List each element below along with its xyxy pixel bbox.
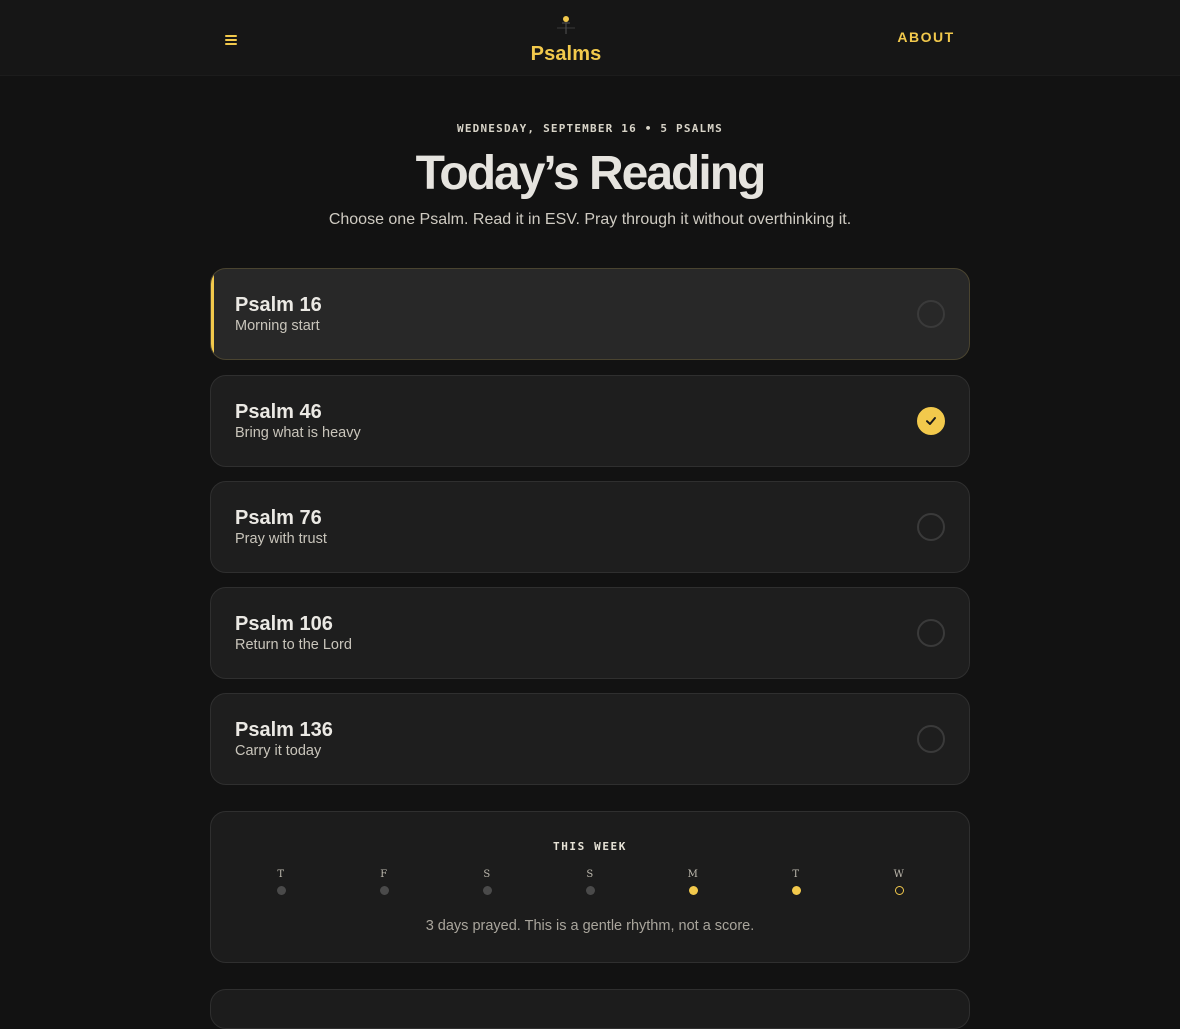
psalm-note: Return to the Lord [235,637,352,653]
weekly-tracker: THIS WEEK T F S S M T W 3 days prayed. T… [210,811,970,963]
day-letter: T [792,869,800,880]
cross-sunrise-icon [557,16,575,34]
weekly-tracker-title: THIS WEEK [552,840,627,853]
psalm-card-136[interactable]: Psalm 136 Carry it today [210,693,970,785]
day-tracker: M [673,869,713,895]
top-bar: Psalms ABOUT [0,0,1180,76]
psalm-note: Carry it today [235,743,322,759]
psalm-note: Pray with trust [235,531,327,547]
psalm-name: Psalm 106 [235,613,333,635]
day-tracker: S [467,869,507,895]
day-letter: W [893,869,905,880]
day-status-dot [688,886,698,895]
day-status-dot [585,886,595,895]
day-status-dot [894,886,904,895]
day-letter: S [483,869,491,880]
day-status-dot [482,886,492,895]
date-line: WEDNESDAY, SEPTEMBER 16 • 5 PSALMS [457,122,723,135]
hamburger-menu-icon[interactable] [222,31,240,49]
day-letter: F [380,869,388,880]
brand-logo[interactable]: Psalms [480,12,652,66]
day-status-dot [791,886,801,895]
day-letter: S [586,869,594,880]
day-letter: T [277,869,285,880]
complete-checkbox[interactable] [917,513,945,541]
psalm-name: Psalm 136 [235,719,333,741]
psalm-card-106[interactable]: Psalm 106 Return to the Lord [210,587,970,679]
complete-checkbox[interactable] [917,619,945,647]
psalm-name: Psalm 76 [235,507,322,529]
selected-accent-bar [211,269,214,359]
day-tracker: T [261,869,301,895]
brand-title: Psalms [530,43,602,65]
psalm-name: Psalm 16 [235,294,322,316]
psalm-card-46[interactable]: Psalm 46 Bring what is heavy [210,375,970,467]
weekly-tracker-note: 3 days prayed. This is a gentle rhythm, … [425,918,755,934]
psalm-card-76[interactable]: Psalm 76 Pray with trust [210,481,970,573]
day-status-dot [276,886,286,895]
complete-checkbox[interactable] [917,725,945,753]
day-tracker: T [776,869,816,895]
page-subtitle: Choose one Psalm. Read it in ESV. Pray t… [328,211,852,228]
day-tracker: F [364,869,404,895]
psalm-card-16[interactable]: Psalm 16 Morning start [210,268,970,360]
day-tracker: S [570,869,610,895]
page-title: Today’s Reading [415,147,767,200]
psalm-name: Psalm 46 [235,401,322,423]
day-status-dot [379,886,389,895]
about-link[interactable]: ABOUT [880,29,972,45]
day-tracker: W [879,869,919,895]
psalm-note: Bring what is heavy [235,425,361,441]
next-section-card [210,989,970,1029]
complete-checkbox[interactable] [917,300,945,328]
complete-checkbox[interactable] [917,407,945,435]
checkmark-icon [926,417,936,425]
psalm-note: Morning start [235,318,320,334]
day-letter: M [687,869,699,880]
